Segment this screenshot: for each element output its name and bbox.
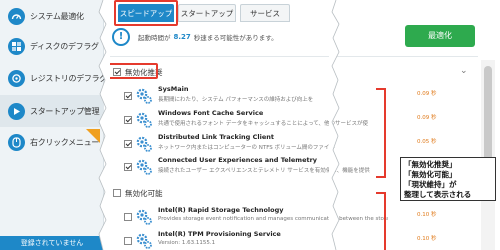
service-description: 接続されたユーザー エクスペリエンスとテレメトリ サービスを有効化し、機能を提供 — [158, 168, 370, 174]
sidebar-item-registry-defrag[interactable]: レジストリのデフラグ — [0, 62, 107, 94]
right-click-menu-icon — [8, 133, 25, 151]
service-gear-icon — [136, 209, 152, 225]
service-description: Version: 1.63.1155.1 — [158, 240, 216, 246]
startup-info-prefix: 起動時間が — [138, 34, 171, 42]
sidebar-item-right-click-menu[interactable]: 右クリックメニュー — [0, 126, 104, 158]
callout-line: 「無効化可能」 — [404, 170, 457, 179]
info-icon: ! — [112, 28, 130, 46]
disk-defrag-icon — [8, 37, 25, 55]
service-checkbox[interactable] — [124, 92, 132, 100]
startup-time-value: 8.27 — [173, 33, 191, 41]
can-disable-bracket — [376, 192, 386, 250]
scrollbar[interactable] — [481, 60, 495, 250]
service-name: Windows Font Cache Service — [158, 109, 264, 117]
service-time: 0.09 秒 — [417, 115, 437, 121]
registry-defrag-icon — [8, 69, 25, 87]
torn-edge-middle — [329, 0, 340, 250]
service-row[interactable]: Intel(R) Rapid Storage Technology Provid… — [124, 205, 464, 231]
service-checkbox[interactable] — [124, 163, 132, 171]
service-row[interactable]: Windows Font Cache Service 共通で使用されるフォント … — [124, 108, 464, 134]
service-name: Intel(R) TPM Provisioning Service — [158, 230, 281, 238]
annotation-callout: 「無効化推奨」 「無効化可能」 「現状維持」が 整理して表示される — [400, 157, 496, 201]
service-description: 共通で使用されるフォント データをキャッシュすることによって、他のサービスが使 — [158, 121, 369, 127]
chevron-down-icon[interactable]: ⌄ — [460, 66, 468, 76]
service-name: Connected User Experiences and Telemetry — [158, 156, 318, 164]
sidebar-item-system-optimize[interactable]: システム最適化 — [0, 0, 104, 32]
callout-line: 「無効化推奨」 — [404, 160, 457, 169]
optimize-button[interactable]: 最適化 — [405, 25, 475, 47]
sidebar-item-startup-manager[interactable]: スタートアップ管理 — [0, 95, 104, 127]
service-gear-icon — [136, 233, 152, 249]
service-time: 0.10 秒 — [417, 236, 437, 242]
service-gear-icon — [136, 159, 152, 175]
service-description: Provides storage event notification and … — [158, 216, 388, 222]
service-row[interactable]: Intel(R) TPM Provisioning Service Versio… — [124, 229, 464, 250]
service-gear-icon — [136, 112, 152, 128]
divider — [108, 56, 478, 57]
registration-status[interactable]: 登録されていません — [0, 236, 104, 250]
section-highlight-box — [108, 63, 158, 79]
section-title: 無効化可能 — [125, 188, 163, 198]
speedup-tab-highlight — [114, 0, 178, 26]
sidebar-item-label: システム最適化 — [30, 11, 84, 21]
service-gear-icon — [136, 88, 152, 104]
torn-edge-left — [98, 0, 110, 250]
service-checkbox[interactable] — [124, 237, 132, 245]
sidebar-item-disk-defrag[interactable]: ディスクのデフラグ — [0, 30, 104, 62]
section-checkbox[interactable] — [113, 189, 121, 197]
service-name: SysMain — [158, 85, 189, 93]
service-time: 0.10 秒 — [417, 212, 437, 218]
service-row[interactable]: SysMain 長期間にわたり、システム パフォーマンスの維持および向上を 0.… — [124, 84, 464, 110]
recommended-bracket — [376, 88, 386, 178]
callout-line: 整理して表示される — [404, 190, 472, 199]
sidebar: システム最適化 ディスクのデフラグ レジストリのデフラグ スタートアップ管理 右… — [0, 0, 107, 250]
startup-info-suffix: 秒速まる可能性があります。 — [193, 34, 278, 42]
callout-line: 「現状維持」が — [404, 180, 457, 189]
service-checkbox[interactable] — [124, 116, 132, 124]
service-checkbox[interactable] — [124, 140, 132, 148]
service-description: ネットワーク内またはコンピューターの NTFS ボリューム間のファイル — [158, 145, 335, 151]
section-can-disable[interactable]: 無効化可能 — [113, 187, 163, 199]
service-checkbox[interactable] — [124, 213, 132, 221]
service-time: 0.09 秒 — [417, 91, 437, 97]
tab-startup[interactable]: スタートアップ — [178, 4, 236, 22]
gauge-icon — [8, 7, 25, 25]
startup-icon — [8, 102, 25, 120]
sidebar-item-label: ディスクのデフラグ — [30, 41, 99, 51]
sidebar-item-label: スタートアップ管理 — [30, 106, 100, 116]
service-gear-icon — [136, 136, 152, 152]
service-name: Distributed Link Tracking Client — [158, 133, 274, 141]
service-time: 0.05 秒 — [417, 139, 437, 145]
service-name: Intel(R) Rapid Storage Technology — [158, 206, 284, 214]
tab-services[interactable]: サービス — [240, 4, 290, 22]
service-description: 長期間にわたり、システム パフォーマンスの維持および向上を — [158, 97, 314, 103]
